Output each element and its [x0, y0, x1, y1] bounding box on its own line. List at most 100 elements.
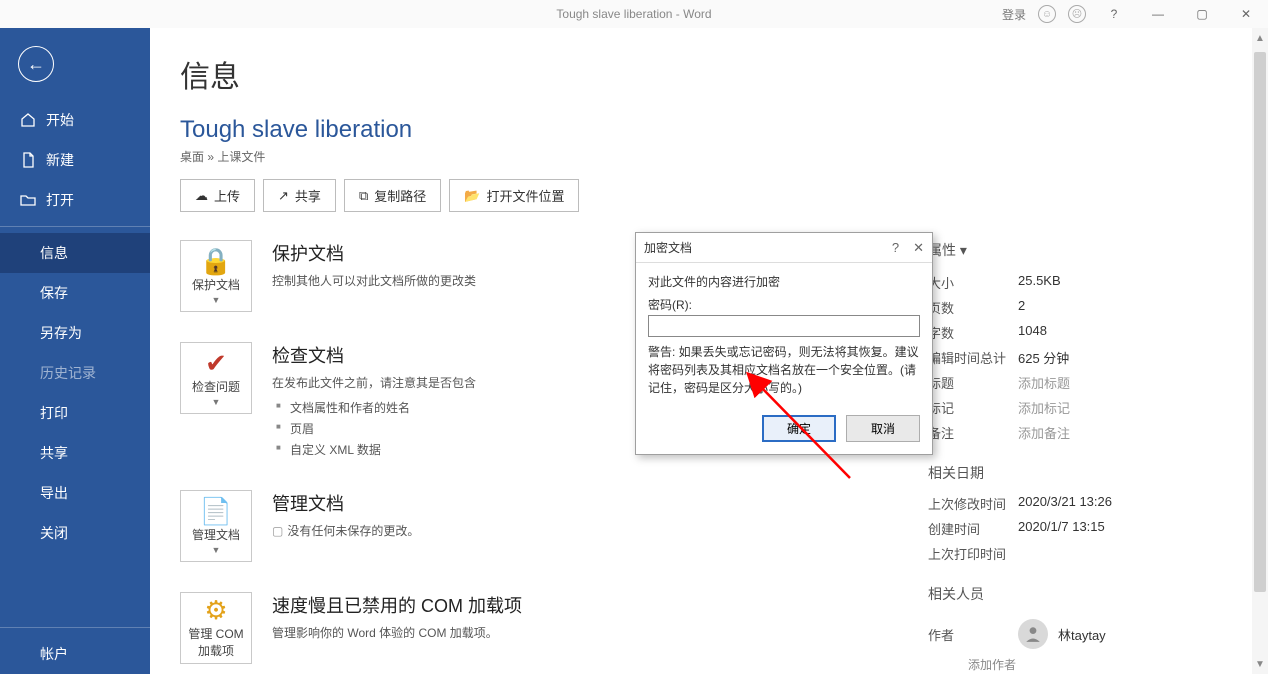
- scrollbar-track[interactable]: ▲ ▼: [1252, 28, 1268, 674]
- author-name: 林taytay: [1058, 625, 1106, 644]
- inspect-item: 页眉: [276, 418, 476, 439]
- sidebar-item-home[interactable]: 开始: [0, 100, 150, 140]
- sidebar-item-label: 打印: [40, 403, 68, 423]
- page-title: 信息: [180, 52, 1228, 96]
- face-sad-icon[interactable]: ☹: [1068, 5, 1086, 23]
- sidebar-item-label: 开始: [46, 110, 74, 130]
- big-btn-label: 检查问题: [192, 378, 240, 395]
- manage-doc-button[interactable]: 📄 管理文档 ▼: [180, 490, 252, 562]
- dialog-prompt: 对此文件的内容进行加密: [648, 273, 920, 290]
- section-desc: ▢没有任何未保存的更改。: [272, 522, 419, 539]
- upload-button[interactable]: ☁ 上传: [180, 179, 255, 212]
- prop-row: 作者 林taytay: [928, 612, 1228, 656]
- cloud-upload-icon: ☁: [195, 188, 208, 204]
- link-icon: ⧉: [359, 188, 368, 204]
- sidebar-item-open[interactable]: 打开: [0, 180, 150, 220]
- chevron-down-icon: ▼: [212, 397, 221, 407]
- sidebar-item-label: 信息: [40, 243, 68, 263]
- sidebar-item-label: 保存: [40, 283, 68, 303]
- dialog-warning: 警告: 如果丢失或忘记密码，则无法将其恢复。建议将密码列表及其相应文档名放在一个…: [648, 343, 920, 397]
- sidebar-item-save[interactable]: 保存: [0, 273, 150, 313]
- gear-list-icon: ⚙: [204, 597, 227, 623]
- big-btn-label: 管理文档: [192, 526, 240, 543]
- scrollbar-thumb[interactable]: [1254, 52, 1266, 592]
- button-label: 上传: [214, 186, 240, 205]
- window-title: Tough slave liberation - Word: [556, 7, 711, 21]
- manage-com-button[interactable]: ⚙ 管理 COM 加载项: [180, 592, 252, 664]
- prop-row: 编辑时间总计625 分钟: [928, 345, 1228, 370]
- button-label: 共享: [295, 186, 321, 205]
- encrypt-dialog: 加密文档 ? ✕ 对此文件的内容进行加密 密码(R): 警告: 如果丢失或忘记密…: [635, 232, 933, 455]
- section-title: 速度慢且已禁用的 COM 加载项: [272, 592, 522, 618]
- folder-open-icon: 📂: [464, 188, 480, 204]
- open-location-button[interactable]: 📂 打开文件位置: [449, 179, 579, 212]
- sidebar-item-history[interactable]: 历史记录: [0, 353, 150, 393]
- share-button[interactable]: ↗ 共享: [263, 179, 336, 212]
- add-author-link[interactable]: 添加作者: [928, 656, 1228, 673]
- prop-row: 标题添加标题: [928, 370, 1228, 395]
- check-circle-icon: ✔: [205, 350, 227, 376]
- sidebar-item-share[interactable]: 共享: [0, 433, 150, 473]
- password-input[interactable]: [648, 315, 920, 337]
- button-label: 打开文件位置: [486, 186, 564, 205]
- login-label[interactable]: 登录: [1002, 6, 1026, 23]
- prop-row: 上次打印时间: [928, 541, 1228, 566]
- sidebar: ← 开始 新建 打开 信息 保存 另存为 历史记录 打印 共享 导出 关闭 帐户: [0, 28, 150, 674]
- sidebar-item-label: 帐户: [40, 644, 68, 664]
- minimize-icon[interactable]: —: [1142, 2, 1174, 26]
- ok-button[interactable]: 确定: [762, 415, 836, 442]
- page-icon: ▢: [272, 524, 283, 538]
- password-label: 密码(R):: [648, 296, 920, 313]
- sidebar-item-print[interactable]: 打印: [0, 393, 150, 433]
- section-title: 保护文档: [272, 240, 476, 266]
- cancel-button[interactable]: 取消: [846, 415, 920, 442]
- section-desc: 管理影响你的 Word 体验的 COM 加载项。: [272, 624, 522, 641]
- sidebar-item-label: 另存为: [40, 323, 82, 343]
- dialog-help-icon[interactable]: ?: [892, 240, 899, 256]
- sidebar-item-label: 打开: [46, 190, 74, 210]
- related-people-head: 相关人员: [928, 584, 1228, 604]
- big-btn-label: 管理 COM 加载项: [185, 625, 247, 659]
- sidebar-item-label: 共享: [40, 443, 68, 463]
- back-button[interactable]: ←: [18, 46, 54, 82]
- prop-row: 字数1048: [928, 320, 1228, 345]
- prop-row: 创建时间2020/1/7 13:15: [928, 516, 1228, 541]
- protect-doc-button[interactable]: 🔒 保护文档 ▼: [180, 240, 252, 312]
- sidebar-item-export[interactable]: 导出: [0, 473, 150, 513]
- scroll-down-icon[interactable]: ▼: [1252, 656, 1268, 672]
- help-icon[interactable]: ?: [1098, 2, 1130, 26]
- copy-path-button[interactable]: ⧉ 复制路径: [344, 179, 441, 212]
- section-desc: 在发布此文件之前，请注意其是否包含: [272, 374, 476, 391]
- big-btn-label: 保护文档: [192, 276, 240, 293]
- prop-row: 备注添加备注: [928, 420, 1228, 445]
- breadcrumb: 桌面 » 上课文件: [180, 148, 1228, 165]
- inspect-item: 文档属性和作者的姓名: [276, 397, 476, 418]
- sidebar-item-account[interactable]: 帐户: [0, 634, 150, 674]
- home-icon: [20, 112, 36, 128]
- button-label: 复制路径: [374, 186, 426, 205]
- folder-icon: [20, 192, 36, 208]
- face-smile-icon[interactable]: ☺: [1038, 5, 1056, 23]
- maximize-icon[interactable]: ▢: [1186, 2, 1218, 26]
- sidebar-item-label: 新建: [46, 150, 74, 170]
- close-icon[interactable]: ✕: [1230, 2, 1262, 26]
- share-icon: ↗: [278, 188, 289, 204]
- prop-row: 标记添加标记: [928, 395, 1228, 420]
- sidebar-item-saveas[interactable]: 另存为: [0, 313, 150, 353]
- scroll-up-icon[interactable]: ▲: [1252, 30, 1268, 46]
- avatar-icon: [1018, 619, 1048, 649]
- inspect-doc-button[interactable]: ✔ 检查问题 ▼: [180, 342, 252, 414]
- file-icon: [20, 152, 36, 168]
- prop-row: 大小25.5KB: [928, 270, 1228, 295]
- titlebar: Tough slave liberation - Word 登录 ☺ ☹ ? —…: [0, 0, 1268, 28]
- sidebar-item-close[interactable]: 关闭: [0, 513, 150, 553]
- doc-title: Tough slave liberation: [180, 116, 1228, 144]
- sidebar-item-new[interactable]: 新建: [0, 140, 150, 180]
- inspect-item: 自定义 XML 数据: [276, 439, 476, 460]
- sidebar-item-info[interactable]: 信息: [0, 233, 150, 273]
- author-entry[interactable]: 林taytay: [1018, 615, 1106, 653]
- section-desc: 控制其他人可以对此文档所做的更改类: [272, 272, 476, 289]
- properties-dropdown[interactable]: 属性 ▾: [928, 240, 1228, 260]
- dialog-close-icon[interactable]: ✕: [913, 240, 924, 256]
- content-area: ▲ ▼ 信息 Tough slave liberation 桌面 » 上课文件 …: [150, 28, 1268, 674]
